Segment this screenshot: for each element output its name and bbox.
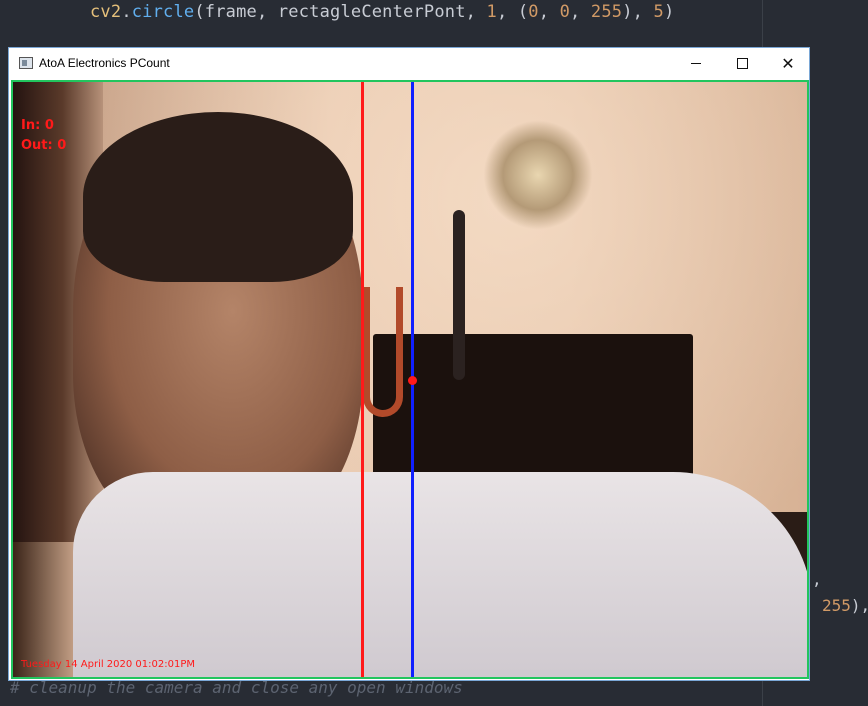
window-title: AtoA Electronics PCount (39, 56, 170, 70)
out-count-label: Out: 0 (21, 138, 67, 153)
code-token-number: 5 (653, 2, 664, 22)
code-token-module: cv2 (90, 2, 122, 22)
entry-line-red (361, 82, 364, 677)
maximize-button[interactable] (719, 48, 765, 79)
code-fragment-255: 255), (822, 596, 868, 615)
code-token-number: 0 (528, 2, 539, 22)
code-token-punct: ), (622, 2, 654, 22)
close-button[interactable]: ✕ (765, 48, 811, 79)
pcount-window: AtoA Electronics PCount ✕ In: 0 Out: 0 T… (8, 47, 810, 681)
timestamp-overlay: Tuesday 14 April 2020 01:02:01PM (21, 659, 195, 670)
tracking-center-dot (408, 376, 417, 385)
code-fragment-comma: , (812, 570, 822, 589)
code-token-number: 255 (590, 2, 623, 22)
code-token-number: 1 (486, 2, 497, 22)
code-token-function: circle (131, 2, 195, 22)
code-token-punct: , (538, 2, 560, 22)
code-token-dot: . (121, 2, 132, 22)
person-shirt (73, 472, 807, 677)
code-token-punct: ), (850, 596, 868, 615)
exercise-machine-handle (453, 210, 465, 380)
code-token-punct: , ( (496, 2, 529, 22)
maximize-icon (736, 58, 748, 69)
camera-feed-frame: In: 0 Out: 0 Tuesday 14 April 2020 01:02… (11, 80, 809, 679)
code-line-circle-call: cv2.circle(frame, rectagleCenterPont, 1,… (90, 2, 674, 22)
red-hanger (363, 287, 403, 417)
code-token-number: 255 (822, 596, 851, 615)
minimize-icon (691, 63, 701, 64)
in-count-label: In: 0 (21, 118, 54, 133)
person-hair (83, 112, 353, 282)
minimize-button[interactable] (673, 48, 719, 79)
code-token-number: 0 (559, 2, 571, 22)
app-window-icon (19, 57, 33, 69)
window-titlebar[interactable]: AtoA Electronics PCount ✕ (9, 48, 809, 79)
code-token-args: (frame, rectagleCenterPont, (194, 2, 487, 22)
code-token-punct: , (570, 2, 591, 22)
code-token-punct: ) (663, 2, 675, 22)
wall-ornament (483, 120, 593, 230)
close-icon: ✕ (781, 53, 795, 73)
